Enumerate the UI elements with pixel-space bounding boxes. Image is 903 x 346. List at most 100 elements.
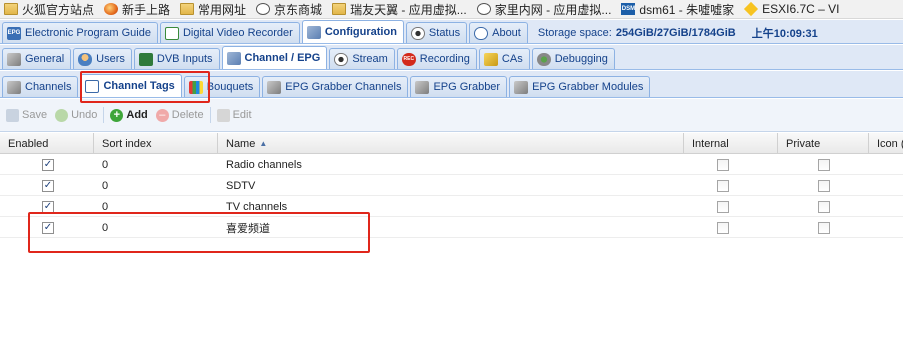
private-cell — [778, 217, 869, 238]
tab-label: Electronic Program Guide — [25, 27, 151, 39]
column-private[interactable]: Private — [778, 133, 869, 154]
tab-label: Channel Tags — [103, 80, 175, 92]
internal-cell — [684, 217, 778, 238]
column-sort-index[interactable]: Sort index — [94, 133, 218, 154]
bookmark-ruiyou[interactable]: 瑞友天翼 - 应用虚拟... — [328, 0, 473, 18]
key-icon — [483, 52, 498, 66]
table-row[interactable]: ✓ 0 TV channels — [0, 196, 903, 217]
tab-epg-grabber-modules[interactable]: EPG Grabber Modules — [509, 76, 651, 97]
tab-channels[interactable]: Channels — [2, 76, 79, 97]
name-cell[interactable]: Radio channels — [218, 154, 684, 175]
tools-icon — [7, 52, 21, 66]
name-cell[interactable]: TV channels — [218, 196, 684, 217]
tab-channel-tags[interactable]: Channel Tags — [80, 74, 182, 97]
internal-checkbox[interactable] — [717, 221, 729, 234]
bookmark-home-intranet[interactable]: 家里内网 - 应用虚拟... — [473, 0, 618, 18]
name-cell[interactable]: 喜爱频道 — [218, 217, 684, 238]
tab-label: EPG Grabber Channels — [285, 81, 402, 93]
tab-label: DVB Inputs — [156, 53, 213, 65]
delete-button[interactable]: – Delete — [155, 108, 204, 122]
icon-cell[interactable] — [869, 217, 903, 238]
tab-recording[interactable]: REC Recording — [396, 48, 477, 69]
bookmark-label: 火狐官方站点 — [22, 2, 95, 17]
tab-stream[interactable]: Stream — [329, 48, 395, 69]
enabled-checkbox[interactable]: ✓ — [42, 158, 54, 171]
private-checkbox[interactable] — [818, 179, 830, 192]
private-checkbox[interactable] — [818, 221, 830, 234]
column-icon[interactable]: Icon (f — [869, 133, 903, 154]
column-label: Private — [786, 137, 821, 150]
sort-index-cell[interactable]: 0 — [94, 217, 218, 238]
tab-users[interactable]: Users — [73, 48, 132, 69]
bookmark-label: dsm61 - 朱噓噓家 — [639, 2, 735, 17]
enabled-checkbox[interactable]: ✓ — [42, 221, 54, 234]
icon-cell[interactable] — [869, 175, 903, 196]
add-icon: + — [110, 108, 124, 122]
column-internal[interactable]: Internal — [684, 133, 778, 154]
bookmark-esxi[interactable]: ESXI6.7C – VI — [740, 0, 845, 18]
tab-debugging[interactable]: Debugging — [531, 48, 615, 69]
private-checkbox[interactable] — [818, 158, 830, 171]
tab-dvr[interactable]: Digital Video Recorder — [159, 22, 300, 43]
add-button[interactable]: + Add — [110, 108, 148, 122]
save-label: Save — [22, 109, 48, 121]
diamond-icon — [744, 1, 759, 17]
internal-checkbox[interactable] — [717, 158, 729, 171]
tab-dvb-inputs[interactable]: DVB Inputs — [133, 48, 220, 69]
bookmark-label: 常用网址 — [198, 2, 247, 17]
sort-index-cell[interactable]: 0 — [94, 175, 218, 196]
tab-label: Status — [428, 27, 461, 39]
bookmark-dsm61[interactable]: DSM dsm61 - 朱噓噓家 — [617, 0, 740, 18]
tab-bouquets[interactable]: Bouquets — [183, 76, 261, 97]
name-cell[interactable]: SDTV — [218, 175, 684, 196]
undo-button[interactable]: Undo — [55, 108, 97, 122]
internal-checkbox[interactable] — [717, 200, 729, 213]
internal-checkbox[interactable] — [717, 179, 729, 192]
sort-index-cell[interactable]: 0 — [94, 196, 218, 217]
bookmark-jd[interactable]: 京东商城 — [252, 0, 328, 18]
sort-index-cell[interactable]: 0 — [94, 154, 218, 175]
tab-label: Users — [96, 53, 125, 65]
tab-channel-epg[interactable]: Channel / EPG — [221, 46, 328, 69]
column-label: Sort index — [102, 137, 152, 150]
save-icon — [6, 108, 19, 122]
tab-general[interactable]: General — [2, 48, 72, 69]
enabled-cell: ✓ — [0, 217, 94, 238]
tab-epg[interactable]: EPG Electronic Program Guide — [2, 22, 158, 43]
grid-header: Enabled Sort index Name ▲ Internal Priva… — [0, 133, 903, 154]
column-label: Name — [226, 137, 256, 150]
edit-button[interactable]: Edit — [216, 108, 252, 122]
bookmark-common-sites[interactable]: 常用网址 — [176, 0, 252, 18]
main-tab-bar: EPG Electronic Program Guide Digital Vid… — [0, 20, 903, 44]
column-enabled[interactable]: Enabled — [0, 133, 94, 154]
bouquet-icon — [188, 80, 203, 94]
tab-about[interactable]: About — [469, 22, 528, 43]
dsm-icon: DSM — [621, 3, 636, 15]
column-name[interactable]: Name ▲ — [218, 133, 684, 154]
tab-epg-grabber[interactable]: EPG Grabber — [410, 76, 508, 97]
enabled-checkbox[interactable]: ✓ — [42, 200, 54, 213]
tab-cas[interactable]: CAs — [478, 48, 530, 69]
icon-cell[interactable] — [869, 154, 903, 175]
tree-icon — [85, 79, 100, 93]
private-checkbox[interactable] — [818, 200, 830, 213]
table-row[interactable]: ✓ 0 喜爱频道 — [0, 217, 903, 238]
bookmark-getting-started[interactable]: 新手上路 — [100, 0, 176, 18]
table-row[interactable]: ✓ 0 SDTV — [0, 175, 903, 196]
save-button[interactable]: Save — [6, 108, 48, 122]
enabled-checkbox[interactable]: ✓ — [42, 179, 54, 192]
eye-icon — [410, 26, 425, 40]
edit-icon — [216, 108, 230, 122]
users-icon — [78, 52, 93, 66]
undo-icon — [55, 108, 69, 122]
tab-status[interactable]: Status — [405, 22, 468, 43]
table-row[interactable]: ✓ 0 Radio channels — [0, 154, 903, 175]
tab-label: General — [25, 53, 65, 65]
tab-label: EPG Grabber Modules — [532, 81, 644, 93]
tab-configuration[interactable]: Configuration — [301, 20, 404, 43]
icon-cell[interactable] — [869, 196, 903, 217]
folder-icon — [332, 3, 347, 15]
enabled-cell: ✓ — [0, 196, 94, 217]
bookmark-firefox-official[interactable]: 火狐官方站点 — [0, 0, 100, 18]
tab-epg-grabber-channels[interactable]: EPG Grabber Channels — [262, 76, 409, 97]
